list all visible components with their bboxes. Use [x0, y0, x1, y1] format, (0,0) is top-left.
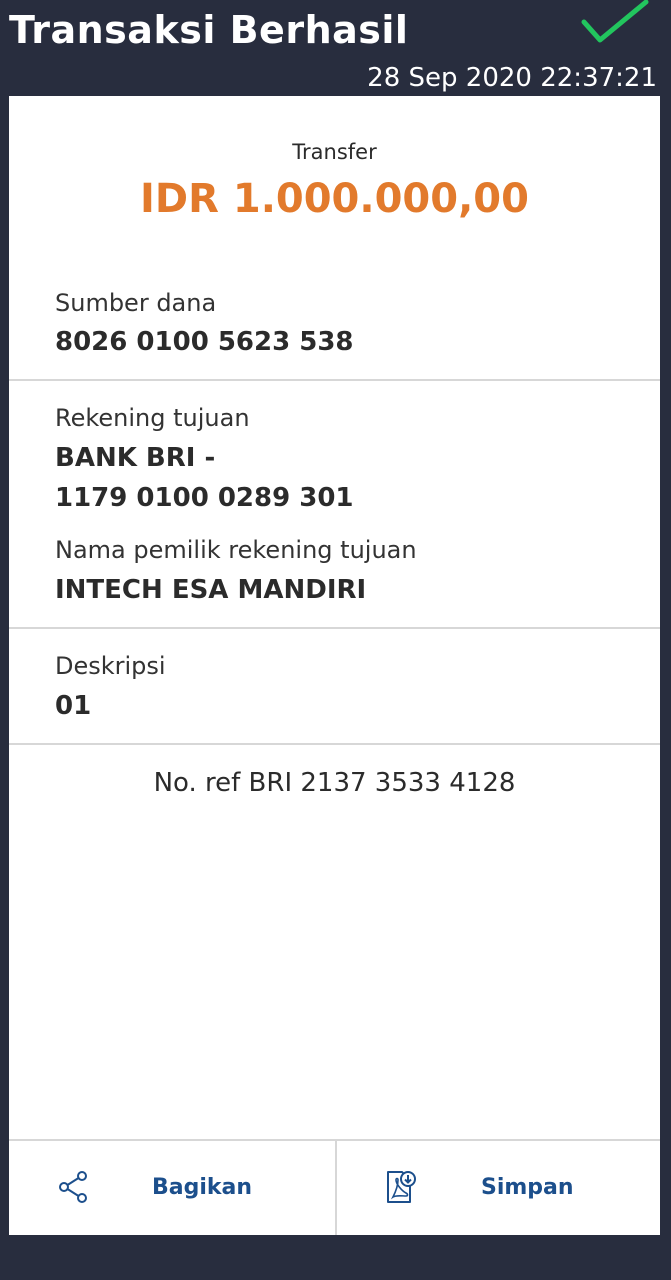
- pdf-download-icon: [387, 1171, 416, 1203]
- amount-summary: Transfer IDR 1.000.000,00: [9, 96, 660, 276]
- source-account: 8026 0100 5623 538: [55, 327, 354, 357]
- receipt-card: Transfer IDR 1.000.000,00 Sumber dana 80…: [9, 96, 660, 1235]
- share-button[interactable]: Bagikan: [9, 1139, 335, 1235]
- owner-name: INTECH ESA MANDIRI: [55, 575, 367, 605]
- share-icon: [59, 1171, 87, 1203]
- description-value: 01: [55, 691, 92, 721]
- transaction-timestamp: 28 Sep 2020 22:37:21: [367, 63, 657, 93]
- transaction-type: Transfer: [292, 140, 377, 164]
- divider: [9, 627, 660, 629]
- destination-bank: BANK BRI -: [55, 443, 216, 473]
- check-icon: [581, 0, 649, 43]
- reference-number: No. ref BRI 2137 3533 4128: [153, 768, 516, 798]
- page-title: Transaksi Berhasil: [9, 8, 409, 52]
- save-label: Simpan: [481, 1175, 574, 1200]
- destination-account: 1179 0100 0289 301: [55, 483, 354, 513]
- source-label: Sumber dana: [55, 289, 217, 317]
- divider: [9, 379, 660, 381]
- save-button[interactable]: Simpan: [337, 1139, 663, 1235]
- action-bar: Bagikan Simpan: [9, 1139, 660, 1235]
- share-label: Bagikan: [152, 1175, 253, 1200]
- transaction-amount: IDR 1.000.000,00: [140, 176, 529, 222]
- receipt-screen: Transaksi Berhasil 28 Sep 2020 22:37:21 …: [0, 0, 671, 1280]
- description-label: Deskripsi: [55, 652, 166, 680]
- destination-label: Rekening tujuan: [55, 404, 250, 432]
- divider: [9, 743, 660, 745]
- owner-label: Nama pemilik rekening tujuan: [55, 536, 417, 564]
